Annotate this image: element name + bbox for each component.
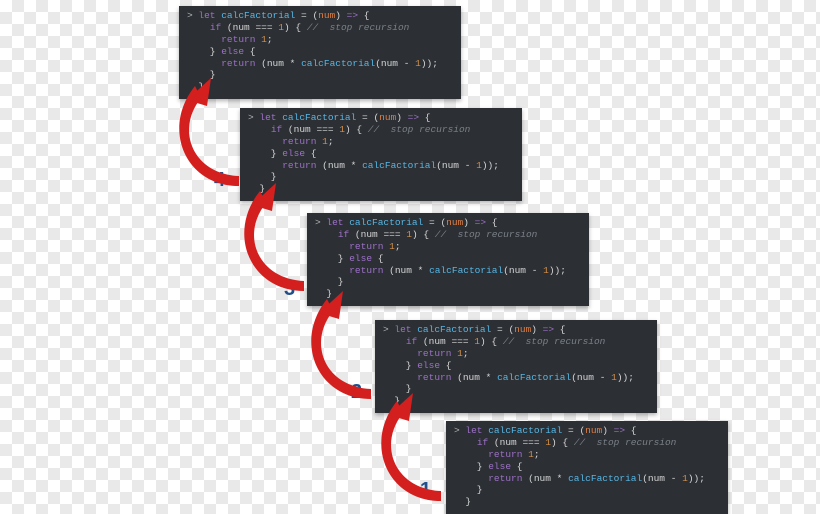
code-block-4: > let calcFactorial = (num) => { if (num… bbox=[446, 421, 728, 514]
recursion-arrow-1 bbox=[167, 78, 267, 198]
recursion-arrow-2 bbox=[232, 183, 332, 303]
recursion-arrow-4 bbox=[369, 393, 469, 513]
